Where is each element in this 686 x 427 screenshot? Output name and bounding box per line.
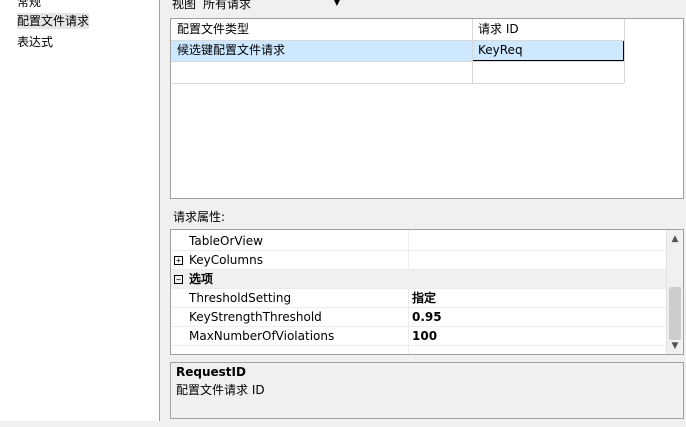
property-name: TableOrView — [189, 234, 263, 248]
view-label: 视图 — [172, 0, 197, 11]
nav-item-expressions[interactable]: 表达式 — [17, 34, 53, 50]
property-value[interactable]: 100 — [412, 327, 437, 346]
property-category-options[interactable]: − 选项 — [171, 270, 667, 289]
vertical-scrollbar[interactable]: ▲ ▼ — [666, 230, 683, 354]
chevron-down-icon[interactable]: ▼ — [334, 0, 340, 11]
column-divider — [408, 289, 409, 354]
scroll-down-icon[interactable]: ▼ — [667, 341, 683, 351]
nav-item-profile-requests[interactable]: 配置文件请求 — [17, 13, 90, 29]
request-properties-label: 请求属性: — [173, 210, 226, 224]
row-divider — [171, 61, 624, 62]
collapse-icon[interactable]: − — [174, 275, 183, 284]
property-grid[interactable]: TableOrView + KeyColumns − 选项 ThresholdS… — [170, 229, 684, 355]
property-name: ThresholdSetting — [189, 291, 292, 305]
category-name: 选项 — [189, 272, 214, 286]
description-panel: RequestID 配置文件请求 ID — [170, 362, 684, 419]
column-divider — [408, 230, 409, 268]
property-row-max-number-of-violations[interactable]: MaxNumberOfViolations 100 — [171, 327, 667, 346]
row-divider — [171, 40, 624, 41]
property-name: MaxNumberOfViolations — [189, 329, 335, 343]
column-header-profile-type[interactable]: 配置文件类型 — [171, 19, 472, 40]
nav-item-general[interactable]: 常规 — [17, 0, 41, 10]
description-title: RequestID — [176, 365, 246, 379]
property-value[interactable]: 0.95 — [412, 308, 442, 327]
property-name: KeyStrengthThreshold — [189, 310, 322, 324]
scroll-up-icon[interactable]: ▲ — [667, 234, 683, 244]
property-row-table-or-view[interactable]: TableOrView — [171, 232, 667, 251]
description-text: 配置文件请求 ID — [176, 383, 265, 397]
property-value[interactable]: 指定 — [412, 289, 436, 308]
row-divider — [171, 83, 624, 84]
column-header-request-id[interactable]: 请求 ID — [472, 19, 624, 40]
property-row-threshold-setting[interactable]: ThresholdSetting 指定 — [171, 289, 667, 308]
scrollbar-thumb[interactable] — [669, 287, 681, 340]
left-navigation: 常规 配置文件请求 表达式 — [0, 0, 160, 421]
table-cell-profile-type[interactable]: 候选键配置文件请求 — [171, 40, 472, 61]
view-dropdown[interactable]: 所有请求 ▼ — [203, 0, 343, 12]
column-divider — [624, 19, 625, 83]
view-dropdown-value: 所有请求 — [203, 0, 252, 11]
table-cell-request-id[interactable]: KeyReq — [472, 40, 624, 61]
requests-grid[interactable]: 配置文件类型 请求 ID 候选键配置文件请求 KeyReq — [170, 18, 684, 199]
property-name: KeyColumns — [189, 253, 263, 267]
expand-icon[interactable]: + — [174, 256, 183, 265]
column-divider — [472, 19, 473, 83]
property-row-key-strength-threshold[interactable]: KeyStrengthThreshold 0.95 — [171, 308, 667, 327]
property-row-key-columns[interactable]: + KeyColumns — [171, 251, 667, 270]
